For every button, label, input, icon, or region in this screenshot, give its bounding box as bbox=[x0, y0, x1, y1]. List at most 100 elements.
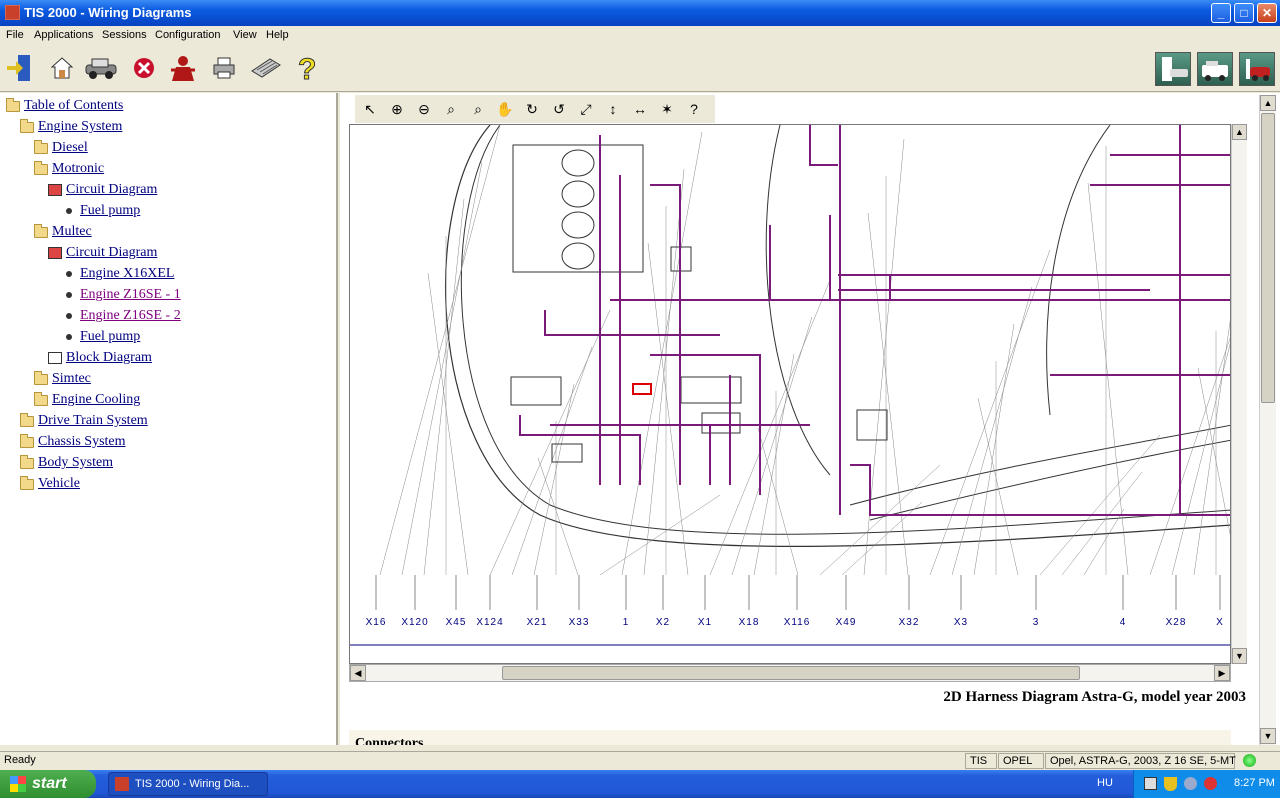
scroll-thumb[interactable] bbox=[502, 666, 1080, 680]
pan-hand-icon[interactable]: ✋ bbox=[494, 98, 516, 120]
menu-applications[interactable]: Applications bbox=[34, 29, 93, 41]
start-button[interactable]: start bbox=[0, 770, 96, 798]
select-icon[interactable]: ↖ bbox=[359, 98, 381, 120]
menu-sessions[interactable]: Sessions bbox=[102, 29, 147, 41]
page-vertical-scrollbar[interactable]: ▲ ▼ bbox=[1259, 95, 1276, 745]
car-icon[interactable] bbox=[1239, 52, 1275, 86]
tree-item[interactable]: Engine System bbox=[20, 117, 122, 137]
cylinder bbox=[561, 149, 595, 177]
tree-item-label[interactable]: Table of Contents bbox=[24, 98, 123, 114]
help-icon[interactable]: ? bbox=[683, 98, 705, 120]
taskbar-item-tis[interactable]: TIS 2000 - Wiring Dia... bbox=[108, 772, 268, 796]
leader-line bbox=[643, 168, 685, 576]
leader-line bbox=[647, 242, 689, 576]
tree-item-label[interactable]: Fuel pump bbox=[80, 203, 140, 219]
page-scroll-up-button[interactable]: ▲ bbox=[1260, 95, 1276, 111]
tree-item-label[interactable]: Diesel bbox=[52, 140, 88, 156]
bullet-icon bbox=[66, 313, 72, 319]
tree-item[interactable]: Drive Train System bbox=[20, 411, 148, 431]
tree-item-label[interactable]: Simtec bbox=[52, 371, 91, 387]
scroll-up-button[interactable]: ▲ bbox=[1232, 124, 1247, 140]
connector-label: 1 bbox=[623, 617, 630, 628]
security-shield-icon[interactable] bbox=[1164, 777, 1177, 791]
close-button[interactable]: ✕ bbox=[1257, 3, 1277, 23]
zoom-out-icon[interactable]: ⊖ bbox=[413, 98, 435, 120]
tree-item-label[interactable]: Multec bbox=[52, 224, 92, 240]
zoom-icon[interactable]: ⌕ bbox=[440, 98, 462, 120]
tree-item[interactable]: Multec bbox=[34, 222, 92, 242]
tree-item-label[interactable]: Engine System bbox=[38, 119, 122, 135]
zoom-in-icon[interactable]: ⊕ bbox=[386, 98, 408, 120]
menu-file[interactable]: File bbox=[6, 29, 24, 41]
alert-icon[interactable] bbox=[1204, 777, 1217, 790]
connector-label: X124 bbox=[476, 617, 503, 628]
vehicle-select-icon[interactable] bbox=[1155, 52, 1191, 86]
scroll-down-button[interactable]: ▼ bbox=[1232, 648, 1247, 664]
tree-item-label[interactable]: Engine Z16SE - 1 bbox=[80, 287, 181, 303]
menu-view[interactable]: View bbox=[233, 29, 257, 41]
speaker-icon[interactable] bbox=[1184, 777, 1197, 790]
menu-configuration[interactable]: Configuration bbox=[155, 29, 220, 41]
windows-logo-icon bbox=[10, 776, 26, 792]
tree-item[interactable]: Engine Z16SE - 2 bbox=[62, 306, 181, 326]
scroll-left-button[interactable]: ◀ bbox=[350, 665, 366, 681]
tree-item[interactable]: Engine Z16SE - 1 bbox=[62, 285, 181, 305]
fit-page-icon[interactable]: ⤢ bbox=[575, 98, 597, 120]
tree-item-label[interactable]: Block Diagram bbox=[66, 350, 152, 366]
diagram-vertical-scrollbar[interactable]: ▲ ▼ bbox=[1231, 124, 1247, 664]
tree-item-label[interactable]: Chassis System bbox=[38, 434, 126, 450]
tree-item-label[interactable]: Drive Train System bbox=[38, 413, 148, 429]
connector-label: X2 bbox=[656, 617, 670, 628]
language-indicator[interactable]: HU bbox=[1097, 777, 1113, 789]
minimize-button[interactable]: _ bbox=[1211, 3, 1231, 23]
tree-item[interactable]: Block Diagram bbox=[48, 348, 152, 368]
fit-width-icon[interactable]: ↔ bbox=[629, 98, 651, 120]
tree-item[interactable]: Circuit Diagram bbox=[48, 243, 157, 263]
tree-item[interactable]: Diesel bbox=[34, 138, 88, 158]
diagram-horizontal-scrollbar[interactable]: ◀ ▶ bbox=[349, 664, 1231, 682]
connector-label: X45 bbox=[446, 617, 467, 628]
menu-help[interactable]: Help bbox=[266, 29, 289, 41]
tree-item-label[interactable]: Engine Cooling bbox=[52, 392, 140, 408]
tree-item[interactable]: Chassis System bbox=[20, 432, 126, 452]
scroll-right-button[interactable]: ▶ bbox=[1214, 665, 1230, 681]
highlight-icon[interactable]: ✶ bbox=[656, 98, 678, 120]
tree-item[interactable]: Vehicle bbox=[20, 474, 80, 494]
cylinder bbox=[561, 211, 595, 239]
tree-item-label[interactable]: Body System bbox=[38, 455, 113, 471]
tree-item[interactable]: Simtec bbox=[34, 369, 91, 389]
exit-icon[interactable] bbox=[3, 51, 37, 85]
tree-item-label[interactable]: Vehicle bbox=[38, 476, 80, 492]
fit-height-icon[interactable]: ↕ bbox=[602, 98, 624, 120]
home-icon[interactable] bbox=[45, 51, 79, 85]
tree-item[interactable]: Fuel pump bbox=[62, 327, 140, 347]
tree-item[interactable]: Engine X16XEL bbox=[62, 264, 174, 284]
tree-item-label[interactable]: Fuel pump bbox=[80, 329, 140, 345]
keyboard-icon[interactable] bbox=[248, 51, 282, 85]
network-icon[interactable] bbox=[1144, 777, 1157, 790]
tree-item-label[interactable]: Engine X16XEL bbox=[80, 266, 174, 282]
tree-item[interactable]: Body System bbox=[20, 453, 113, 473]
vehicle-icon[interactable] bbox=[84, 51, 118, 85]
rotate-ccw-icon[interactable]: ↺ bbox=[548, 98, 570, 120]
tree-item-label[interactable]: Circuit Diagram bbox=[66, 245, 157, 261]
page-scroll-down-button[interactable]: ▼ bbox=[1260, 728, 1276, 744]
tree-item[interactable]: Engine Cooling bbox=[34, 390, 140, 410]
tree-item-label[interactable]: Engine Z16SE - 2 bbox=[80, 308, 181, 324]
tree-item-label[interactable]: Circuit Diagram bbox=[66, 182, 157, 198]
tree-item[interactable]: Table of Contents bbox=[6, 96, 123, 116]
harness-diagram[interactable]: X16 X120 X45 X124 X21 X33 1 X2 X1 X18 X116 X49 X32 X3… bbox=[349, 124, 1231, 664]
tree-item[interactable]: Fuel pump bbox=[62, 201, 140, 221]
ambulance-icon[interactable] bbox=[1197, 52, 1233, 86]
stop-icon[interactable] bbox=[127, 51, 161, 85]
page-scroll-thumb[interactable] bbox=[1261, 113, 1275, 403]
rotate-cw-icon[interactable]: ↻ bbox=[521, 98, 543, 120]
print-icon[interactable] bbox=[207, 51, 241, 85]
zoom-window-icon[interactable]: ⌕ bbox=[467, 98, 489, 120]
tree-item[interactable]: Circuit Diagram bbox=[48, 180, 157, 200]
maximize-button[interactable]: □ bbox=[1234, 3, 1254, 23]
help-icon[interactable]: ? bbox=[290, 51, 324, 85]
tree-item-label[interactable]: Motronic bbox=[52, 161, 104, 177]
tree-item[interactable]: Motronic bbox=[34, 159, 104, 179]
user-icon[interactable] bbox=[166, 51, 200, 85]
